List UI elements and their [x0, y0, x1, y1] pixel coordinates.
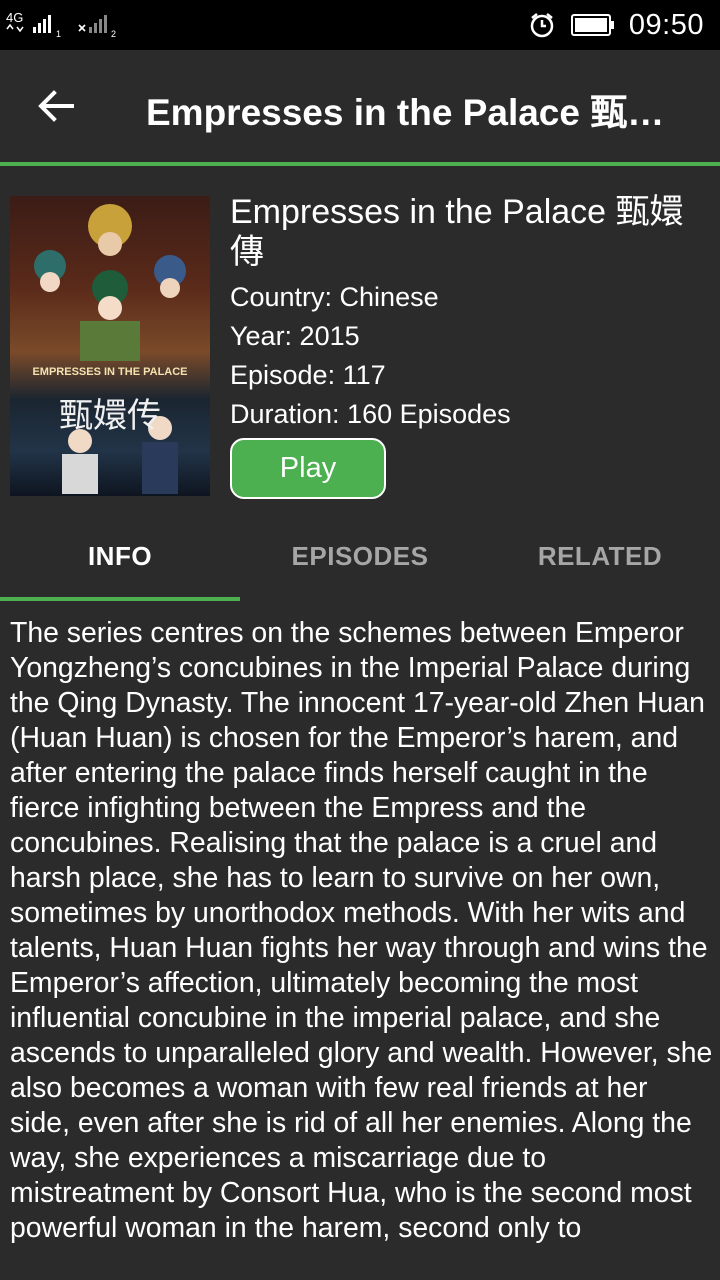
back-button[interactable]	[36, 86, 76, 126]
alarm-icon	[530, 13, 554, 38]
page-title: Empresses in the Palace 甄嬛傳	[146, 92, 686, 133]
poster-artwork	[34, 204, 186, 494]
no-signal-x-icon	[78, 24, 86, 32]
sim2-label: 2	[111, 29, 116, 39]
country-text: Country: Chinese	[230, 282, 439, 312]
clock: 09:50	[628, 8, 704, 41]
poster-chinese-title: 甄嬛传	[59, 396, 161, 436]
show-description: The series centres on the schemes betwee…	[10, 617, 713, 1244]
status-right: 09:50	[527, 0, 704, 50]
data-arrows-icon	[6, 23, 24, 33]
sim1-label: 1	[56, 29, 61, 39]
year-text: Year: 2015	[230, 321, 360, 351]
battery-icon	[570, 14, 614, 36]
network-type-label: 4G	[6, 10, 23, 25]
show-title: Empresses in the Palace 甄嬛傳	[230, 193, 684, 271]
app-bar-divider	[0, 162, 720, 166]
play-button[interactable]: Play	[230, 438, 386, 499]
app-bar: Empresses in the Palace 甄嬛傳	[0, 50, 720, 162]
signal-indicators: 4G 1 2	[6, 9, 136, 41]
duration-text: Duration: 160 Episodes	[230, 399, 511, 429]
signal-icons: 4G 1 2	[6, 10, 116, 39]
tab-bar: INFO EPISODES RELATED	[0, 520, 720, 601]
tab-related[interactable]: RELATED	[480, 520, 720, 592]
show-poster: EMPRESSES IN THE PALACE 甄嬛传	[10, 196, 210, 496]
poster-english-title: EMPRESSES IN THE PALACE	[32, 366, 188, 378]
active-tab-indicator	[0, 597, 240, 601]
episode-text: Episode: 117	[230, 360, 386, 390]
tab-episodes[interactable]: EPISODES	[240, 520, 480, 592]
tab-info[interactable]: INFO	[0, 520, 240, 592]
back-arrow-icon	[38, 90, 74, 122]
status-bar: 4G 1 2 09:50	[0, 0, 720, 50]
